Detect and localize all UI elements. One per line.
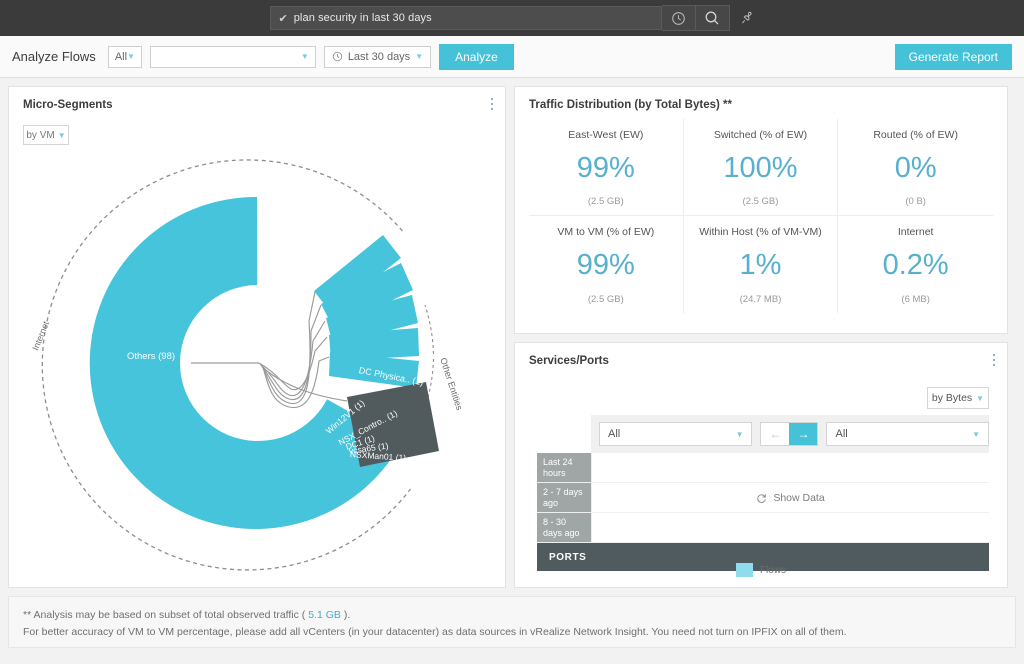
micro-segments-donut-chart[interactable]: Win12V1 (1) NSX_Contro.. (1) DC1 (1) vcs… — [9, 145, 507, 575]
footnote-line-1-pre: ** Analysis may be based on subset of to… — [23, 609, 309, 621]
metric-label: Internet — [897, 226, 934, 239]
metric-sub: (2.5 GB) — [587, 196, 624, 208]
source-filter-value: All — [608, 428, 621, 440]
page-title: Analyze Flows — [12, 49, 96, 64]
ports-grid: All ▼ ← → All ▼ Last 24 hours 2 - 7 days… — [537, 415, 989, 571]
pin-icon[interactable] — [740, 10, 755, 26]
traffic-metrics-grid: East-West (EW) 99% (2.5 GB) Switched (% … — [529, 119, 993, 313]
direction-next-button[interactable]: → — [789, 423, 818, 445]
micro-segments-title: Micro-Segments — [23, 99, 113, 111]
micro-segments-panel: Micro-Segments by VM ▼ Win12V1 (1) NSX_C… — [8, 86, 506, 588]
chevron-down-icon: ▼ — [735, 429, 744, 439]
traffic-distribution-panel: Traffic Distribution (by Total Bytes) **… — [514, 86, 1008, 334]
destination-filter-value: All — [835, 428, 848, 440]
metric-value: 0.2% — [882, 249, 949, 282]
flows-legend: Flows — [515, 563, 1007, 577]
more-options-icon[interactable] — [491, 98, 493, 113]
entity-filter-value: All — [114, 50, 128, 63]
show-data-button[interactable]: Show Data — [592, 484, 989, 512]
services-ports-panel: Services/Ports by Bytes ▼ All ▼ ← → All … — [514, 342, 1008, 588]
ports-cell — [592, 453, 989, 483]
ports-cell — [592, 513, 989, 543]
chevron-down-icon: ▼ — [127, 52, 135, 61]
metric-value: 1% — [739, 249, 782, 282]
metric-value: 0% — [894, 152, 937, 184]
metric-value: 100% — [723, 152, 798, 184]
metric-sub: (2.5 GB) — [742, 196, 779, 208]
search-query-text: plan security in last 30 days — [293, 12, 432, 24]
metric-routed: Routed (% of EW) 0% (0 B) — [838, 119, 993, 217]
search-wrapper: ✔ plan security in last 30 days — [269, 5, 755, 31]
metric-internet: Internet 0.2% (6 MB) — [838, 216, 993, 312]
analysis-footnote: ** Analysis may be based on subset of to… — [8, 596, 1016, 648]
metric-sub: (6 MB) — [901, 293, 930, 305]
metric-sub: (24.7 MB) — [739, 293, 782, 305]
traffic-distribution-title: Traffic Distribution (by Total Bytes) ** — [529, 99, 732, 111]
search-icon[interactable] — [695, 5, 730, 31]
donut-svg — [41, 159, 439, 571]
source-filter-select[interactable]: All ▼ — [599, 422, 753, 446]
chevron-down-icon: ▼ — [57, 130, 66, 140]
group-by-select[interactable]: by VM ▼ — [23, 125, 69, 145]
metric-value: 99% — [576, 152, 635, 184]
footnote-line-1: ** Analysis may be based on subset of to… — [23, 607, 1001, 624]
metric-value: 99% — [576, 249, 635, 282]
chevron-down-icon: ▼ — [415, 52, 424, 61]
search-input[interactable]: ✔ plan security in last 30 days — [269, 6, 662, 30]
global-search-bar: ✔ plan security in last 30 days — [0, 0, 1024, 36]
footnote-line-2: For better accuracy of VM to VM percenta… — [23, 626, 847, 638]
donut-slice-dc-physical — [347, 382, 439, 467]
more-options-icon[interactable] — [993, 354, 995, 369]
show-data-label: Show Data — [773, 492, 825, 504]
dashboard-body: Micro-Segments by VM ▼ Win12V1 (1) NSX_C… — [0, 78, 1024, 596]
flows-legend-label: Flows — [759, 564, 787, 576]
chevron-down-icon: ▼ — [300, 52, 309, 61]
metric-east-west: East-West (EW) 99% (2.5 GB) — [529, 119, 684, 217]
metric-sub: (0 B) — [905, 196, 926, 208]
services-ports-title: Services/Ports — [529, 355, 609, 367]
group-by-value: by VM — [26, 129, 55, 141]
donut-slice-nsxman01 — [329, 352, 419, 388]
analyze-toolbar: Analyze Flows All ▼ ▼ Last 30 days ▼ Ana… — [0, 36, 1024, 78]
direction-toggle: ← → — [760, 422, 819, 446]
destination-filter-select[interactable]: All ▼ — [826, 422, 989, 446]
metric-sub: (2.5 GB) — [587, 293, 624, 305]
clock-icon — [332, 51, 342, 62]
metric-label: Switched (% of EW) — [713, 129, 808, 141]
metric-label: Within Host (% of VM-VM) — [699, 226, 822, 239]
right-column: Traffic Distribution (by Total Bytes) **… — [514, 86, 1008, 588]
metric-vm-to-vm: VM to VM (% of EW) 99% (2.5 GB) — [529, 216, 684, 313]
sort-by-value: by Bytes — [931, 392, 973, 404]
ports-row-headers: Last 24 hours 2 - 7 days ago 8 - 30 days… — [537, 453, 591, 543]
direction-prev-button[interactable]: ← — [761, 423, 789, 445]
metric-label: East-West (EW) — [568, 129, 644, 141]
time-range-select[interactable]: Last 30 days ▼ — [323, 45, 432, 68]
sort-by-select[interactable]: by Bytes ▼ — [927, 387, 989, 409]
clock-history-icon[interactable] — [661, 5, 696, 31]
time-range-value: Last 30 days — [347, 50, 411, 63]
query-input[interactable]: ▼ — [149, 45, 316, 68]
entity-filter-select[interactable]: All ▼ — [107, 45, 142, 68]
metric-label: Routed (% of EW) — [873, 129, 958, 141]
ports-body: Last 24 hours 2 - 7 days ago 8 - 30 days… — [537, 453, 989, 543]
ports-filter-row: All ▼ ← → All ▼ — [591, 415, 989, 453]
check-icon: ✔ — [278, 12, 288, 25]
chevron-down-icon: ▼ — [972, 429, 980, 439]
flows-legend-swatch — [735, 563, 753, 577]
chevron-down-icon: ▼ — [976, 393, 985, 403]
analyze-button[interactable]: Analyze — [439, 43, 514, 70]
metric-label: VM to VM (% of EW) — [557, 226, 655, 239]
generate-report-button[interactable]: Generate Report — [894, 43, 1012, 70]
total-traffic-link[interactable]: 5.1 GB — [308, 609, 341, 621]
ports-cells: Show Data — [591, 453, 989, 543]
refresh-icon — [757, 493, 767, 503]
ports-row-header[interactable]: Last 24 hours — [537, 453, 591, 483]
footnote-line-1-post: ). — [340, 609, 351, 621]
metric-within-host: Within Host (% of VM-VM) 1% (24.7 MB) — [684, 216, 839, 313]
ports-row-header[interactable]: 2 - 7 days ago — [537, 483, 591, 513]
metric-switched: Switched (% of EW) 100% (2.5 GB) — [683, 119, 839, 217]
ports-row-header[interactable]: 8 - 30 days ago — [537, 513, 591, 543]
